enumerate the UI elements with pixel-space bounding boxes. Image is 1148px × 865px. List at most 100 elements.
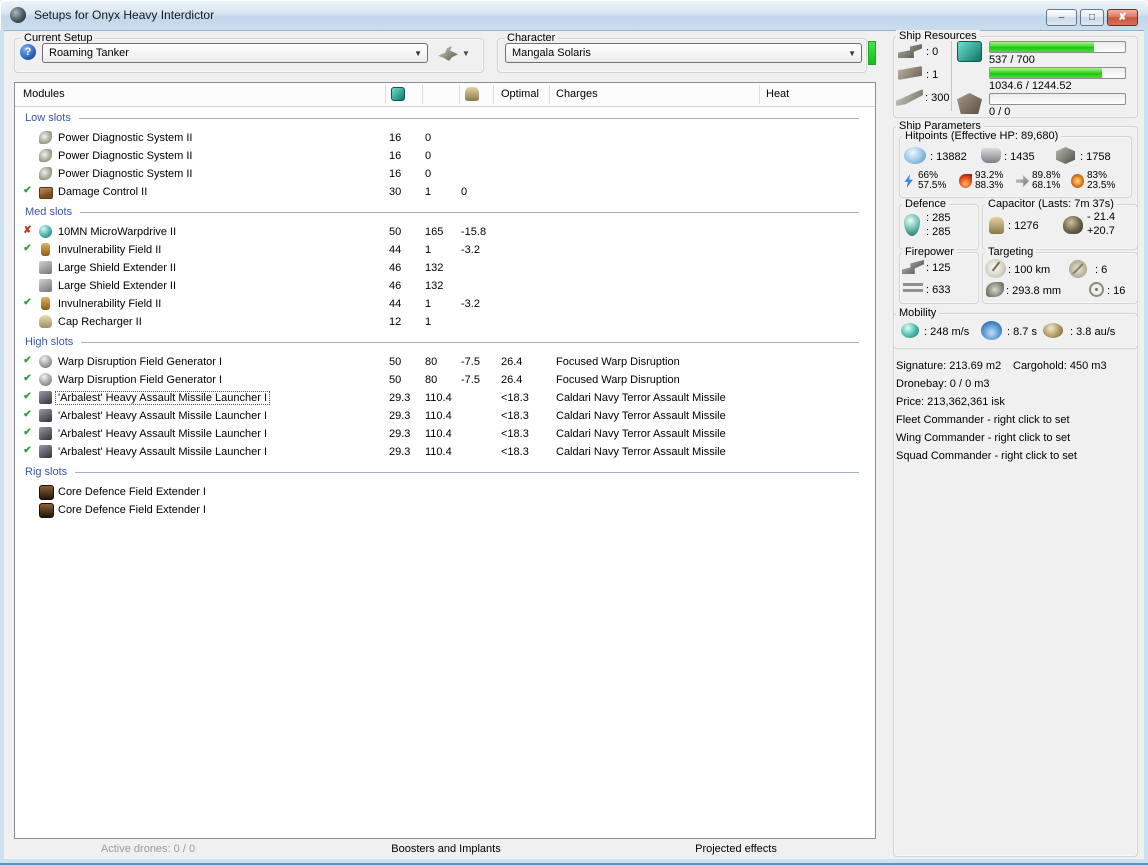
mobility-label: Mobility	[896, 307, 939, 320]
explosive-armor-resist: 23.5%	[1087, 181, 1115, 191]
module-row[interactable]: ✔'Arbalest' Heavy Assault Missile Launch…	[15, 407, 875, 425]
module-row[interactable]: Power Diagnostic System II160	[15, 129, 875, 147]
module-row[interactable]: Power Diagnostic System II160	[15, 147, 875, 165]
module-row[interactable]: Cap Recharger II121	[15, 313, 875, 331]
defence-group: Defence : 285 : 285	[899, 204, 979, 250]
cpu-cell: 46	[389, 280, 401, 292]
scan-resolution-value: : 293.8 mm	[1006, 285, 1061, 297]
powergrid-cell: 110.4	[425, 392, 452, 404]
defence-icon	[904, 214, 920, 236]
column-separator	[759, 85, 760, 104]
shield-hp-icon	[904, 147, 926, 164]
structure-hp-icon	[1056, 147, 1075, 164]
column-separator	[549, 85, 550, 104]
column-separator	[385, 85, 386, 104]
ok-icon: ✔	[20, 373, 35, 384]
turret-hardpoints-value: : 0	[926, 46, 938, 58]
modules-column-header: Modules	[23, 88, 65, 100]
section-header-med-slots: Med slots	[15, 201, 875, 223]
boosters-implants-panel[interactable]: Boosters and Implants	[346, 843, 546, 859]
restore-button[interactable]: □	[1080, 9, 1104, 26]
powergrid-cell: 80	[425, 374, 437, 386]
optimal-cell: <18.3	[501, 446, 529, 458]
charges-cell: Caldari Navy Terror Assault Missile	[556, 410, 726, 422]
warp-speed-icon	[1043, 323, 1063, 338]
module-row[interactable]: ✘10MN MicroWarpdrive II50165-15.8	[15, 223, 875, 241]
column-separator	[493, 85, 494, 104]
tools-dropdown-icon[interactable]: ▼	[462, 49, 470, 58]
turret-volley-icon	[902, 260, 924, 274]
title-bar[interactable]: Setups for Onyx Heavy Interdictor – □ ✘	[0, 0, 1148, 31]
microwarpdrive-icon	[39, 225, 52, 238]
module-row[interactable]: Core Defence Field Extender I	[15, 483, 875, 501]
cargohold-value: Cargohold: 450 m3	[1013, 360, 1107, 372]
fleet-commander-slot[interactable]: Fleet Commander - right click to set	[896, 414, 1070, 426]
module-row[interactable]: Large Shield Extender II46132	[15, 277, 875, 295]
speed-icon	[901, 323, 919, 338]
module-row[interactable]: ✔'Arbalest' Heavy Assault Missile Launch…	[15, 425, 875, 443]
projected-effects-panel[interactable]: Projected effects	[656, 843, 816, 859]
cpu-cell: 44	[389, 298, 401, 310]
module-row[interactable]: ✔'Arbalest' Heavy Assault Missile Launch…	[15, 443, 875, 461]
defence-value-2: : 285	[926, 226, 950, 238]
wing-commander-slot[interactable]: Wing Commander - right click to set	[896, 432, 1070, 444]
invulnerability-icon	[41, 243, 50, 256]
targeting-label: Targeting	[985, 246, 1036, 259]
sensor-strength-value: : 16	[1107, 285, 1125, 297]
powergrid-cell: 1	[425, 298, 431, 310]
module-row[interactable]: Core Defence Field Extender I	[15, 501, 875, 519]
agility-icon	[981, 321, 1002, 340]
divider	[951, 41, 952, 111]
powergrid-cell: 132	[425, 262, 443, 274]
module-table-body: Low slotsPower Diagnostic System II160Po…	[15, 107, 875, 519]
powergrid-cell: 0	[425, 132, 431, 144]
calibration-value: : 300	[925, 92, 949, 104]
damage-control-icon	[39, 187, 53, 199]
missile-launcher-icon	[39, 409, 52, 422]
capacitor-amount-value: : 1276	[1008, 220, 1039, 232]
powergrid-icon	[957, 67, 982, 88]
charges-column-header: Charges	[556, 88, 598, 100]
power-diagnostic-icon	[39, 149, 52, 162]
kinetic-armor-resist: 68.1%	[1032, 181, 1060, 191]
optimal-cell: 26.4	[501, 356, 522, 368]
volley-value: : 125	[926, 262, 950, 274]
ok-icon: ✔	[20, 391, 35, 402]
character-select[interactable]: Mangala Solaris ▼	[505, 43, 862, 63]
armor-hp-icon	[981, 148, 1001, 163]
module-row[interactable]: Power Diagnostic System II160	[15, 165, 875, 183]
em-resist-values: 66%57.5%	[918, 171, 946, 191]
setup-select[interactable]: Roaming Tanker ▼	[42, 43, 428, 63]
module-name: Invulnerability Field II	[58, 298, 161, 310]
capacitor-label: Capacitor (Lasts: 7m 37s)	[985, 198, 1117, 211]
capacitor-delta-in: +20.7	[1087, 225, 1115, 237]
module-row[interactable]: ✔'Arbalest' Heavy Assault Missile Launch…	[15, 389, 875, 407]
powergrid-cell: 165	[425, 226, 443, 238]
section-rule	[81, 342, 859, 343]
window-title: Setups for Onyx Heavy Interdictor	[34, 8, 214, 22]
invulnerability-icon	[41, 297, 50, 310]
module-row[interactable]: ✔Invulnerability Field II441-3.2	[15, 241, 875, 259]
section-label: Med slots	[25, 206, 72, 218]
capacitor-cell: -7.5	[461, 356, 480, 368]
module-row[interactable]: ✔Invulnerability Field II441-3.2	[15, 295, 875, 313]
minimize-button[interactable]: –	[1046, 9, 1077, 26]
cpu-cell: 29.3	[389, 392, 410, 404]
help-icon[interactable]: ?	[20, 44, 36, 60]
cpu-cell: 50	[389, 374, 401, 386]
rig-icon	[39, 503, 54, 518]
warp-speed-value: : 3.8 au/s	[1070, 326, 1115, 338]
module-row[interactable]: ✔Warp Disruption Field Generator I5080-7…	[15, 371, 875, 389]
close-button[interactable]: ✘	[1107, 9, 1138, 26]
powergrid-bar-text: 1034.6 / 1244.52	[989, 80, 1072, 92]
sensor-strength-icon	[1089, 282, 1104, 297]
firepower-label: Firepower	[902, 246, 957, 259]
module-row[interactable]: ✔Warp Disruption Field Generator I5080-7…	[15, 353, 875, 371]
module-row[interactable]: ✔Damage Control II3010	[15, 183, 875, 201]
squad-commander-slot[interactable]: Squad Commander - right click to set	[896, 450, 1077, 462]
module-row[interactable]: Large Shield Extender II46132	[15, 259, 875, 277]
thermal-armor-resist: 88.3%	[975, 181, 1003, 191]
active-drones-panel[interactable]: Active drones: 0 / 0	[78, 843, 218, 859]
missile-launcher-icon	[39, 391, 52, 404]
structure-hp-value: : 1758	[1080, 151, 1111, 163]
